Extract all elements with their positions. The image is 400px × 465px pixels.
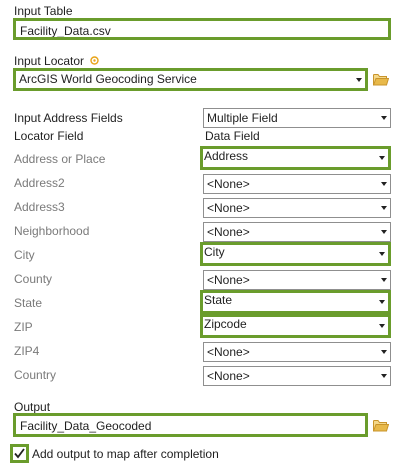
- output-field[interactable]: Facility_Data_Geocoded: [13, 413, 368, 437]
- chevron-down-icon: [356, 77, 362, 82]
- field-label-neighborhood: Neighborhood: [14, 224, 90, 238]
- input-table-label: Input Table: [14, 4, 73, 18]
- required-indicator-icon: [90, 56, 100, 65]
- input-table-field[interactable]: Facility_Data.csv: [13, 18, 391, 40]
- field-label-county: County: [14, 272, 53, 286]
- field-label-zip: ZIP: [14, 320, 33, 334]
- locator-field-header: Locator Field: [14, 129, 84, 143]
- field-label-zip4: ZIP4: [14, 344, 40, 358]
- field-label-state: State: [14, 296, 43, 310]
- field-label-address3: Address3: [14, 200, 65, 214]
- output-label: Output: [14, 400, 51, 414]
- data-field-select-zip[interactable]: Zipcode: [200, 314, 391, 338]
- data-field-select-city[interactable]: City: [200, 242, 391, 266]
- input-locator-label: Input Locator: [14, 54, 100, 68]
- folder-icon[interactable]: [373, 419, 389, 432]
- data-field-select-address-or-place[interactable]: Address: [200, 146, 391, 170]
- data-field-header: Data Field: [205, 129, 260, 143]
- field-label-address2: Address2: [14, 176, 65, 190]
- chevron-down-icon: [381, 182, 387, 186]
- chevron-down-icon: [381, 278, 387, 282]
- input-locator-select[interactable]: ArcGIS World Geocoding Service: [13, 68, 368, 91]
- data-field-select-address3[interactable]: <None>: [203, 198, 391, 218]
- chevron-down-icon: [381, 206, 387, 210]
- chevron-down-icon: [381, 230, 387, 234]
- chevron-down-icon: [379, 252, 385, 256]
- field-label-city: City: [14, 248, 35, 262]
- add-to-map-checkbox[interactable]: [10, 444, 29, 463]
- chevron-down-icon: [381, 350, 387, 354]
- data-field-select-address2[interactable]: <None>: [203, 174, 391, 194]
- data-field-select-neighborhood[interactable]: <None>: [203, 222, 391, 242]
- chevron-down-icon: [379, 156, 385, 160]
- address-fields-select[interactable]: Multiple Field: [203, 108, 391, 128]
- chevron-down-icon: [379, 324, 385, 328]
- data-field-select-country[interactable]: <None>: [203, 366, 391, 386]
- address-fields-label: Input Address Fields: [14, 111, 123, 125]
- checkmark-icon: [14, 448, 25, 459]
- data-field-select-county[interactable]: <None>: [203, 270, 391, 290]
- chevron-down-icon: [381, 374, 387, 378]
- folder-icon[interactable]: [373, 73, 389, 86]
- add-to-map-label[interactable]: Add output to map after completion: [32, 447, 219, 461]
- field-label-address-or-place: Address or Place: [14, 152, 106, 166]
- data-field-select-zip4[interactable]: <None>: [203, 342, 391, 362]
- data-field-select-state[interactable]: State: [200, 290, 391, 314]
- chevron-down-icon: [379, 300, 385, 304]
- chevron-down-icon: [381, 116, 387, 120]
- field-label-country: Country: [14, 368, 57, 382]
